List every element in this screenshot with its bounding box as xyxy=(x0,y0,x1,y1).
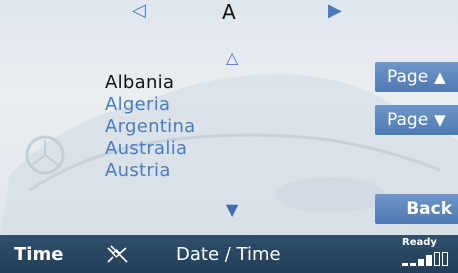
country-list: Albania Algeria Argentina Australia Aust… xyxy=(105,72,196,182)
triangle-up-icon: ▲ xyxy=(434,68,446,86)
scroll-down-icon[interactable]: ▼ xyxy=(226,200,238,219)
list-item[interactable]: Australia xyxy=(105,138,196,160)
list-item[interactable]: Algeria xyxy=(105,94,196,116)
date-time-softkey[interactable]: Date / Time xyxy=(176,244,281,265)
previous-letter-icon[interactable]: ◁ xyxy=(132,0,146,21)
signal-strength-icon xyxy=(402,252,448,266)
back-button[interactable]: Back xyxy=(375,194,458,224)
list-item-selected[interactable]: Albania xyxy=(105,72,196,94)
status-text: Ready xyxy=(402,237,437,248)
page-up-button[interactable]: Page ▲ xyxy=(375,62,458,92)
screen: ◁ A ▶ △ Albania Algeria Argentina Austra… xyxy=(0,0,458,273)
page-up-label: Page xyxy=(387,67,429,87)
list-item[interactable]: Argentina xyxy=(105,116,196,138)
scroll-up-icon[interactable]: △ xyxy=(226,48,238,67)
back-label: Back xyxy=(406,199,452,219)
status-bar: Time Date / Time Ready xyxy=(0,235,458,273)
satellite-icon xyxy=(107,245,128,263)
current-letter: A xyxy=(222,0,236,24)
page-down-button[interactable]: Page ▼ xyxy=(375,105,458,135)
next-letter-icon[interactable]: ▶ xyxy=(328,0,342,21)
time-softkey[interactable]: Time xyxy=(14,244,63,265)
triangle-down-icon: ▼ xyxy=(434,111,446,129)
page-down-label: Page xyxy=(387,110,429,130)
list-item[interactable]: Austria xyxy=(105,160,196,182)
